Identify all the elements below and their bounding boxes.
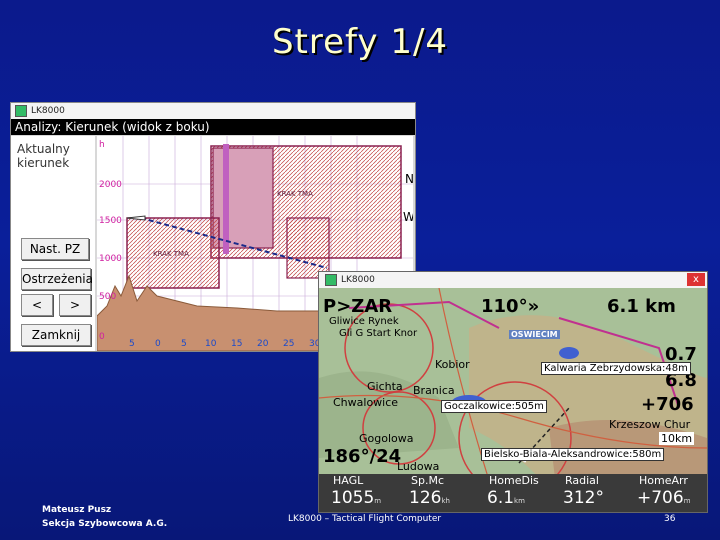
info-key: Sp.Mc	[411, 474, 444, 487]
place-label: Gichta	[367, 380, 403, 393]
label-line-2: kierunek	[17, 156, 70, 170]
y-tick: 1000	[99, 254, 122, 264]
info-unit: kh	[441, 497, 450, 505]
info-value: 6.1	[487, 488, 515, 508]
place-label: Gliwice Rynek	[329, 316, 399, 327]
info-key: HomeArr	[639, 474, 688, 487]
y-tick: 1500	[99, 216, 122, 226]
info-unit: km	[514, 497, 525, 505]
info-hagl: HAGL 1055m	[319, 474, 393, 512]
y-tick: 0	[99, 332, 105, 342]
warnings-button[interactable]: Ostrzeżenia	[21, 268, 93, 290]
info-spmc: Sp.Mc 126kh	[397, 474, 471, 512]
analysis-header: Analizy: Kierunek (widok z boku)	[11, 119, 415, 135]
x-tick: 25	[283, 339, 295, 349]
x-tick: 15	[231, 339, 243, 349]
y-tick: 500	[99, 292, 117, 302]
airspace-block	[212, 147, 274, 249]
info-bar[interactable]: HAGL 1055m Sp.Mc 126kh HomeDis 6.1km Rad…	[319, 474, 707, 512]
map-app-title: LK8000	[341, 275, 375, 285]
info-key: Radial	[565, 474, 599, 487]
place-label: Gli G Start Knor	[339, 328, 418, 339]
info-radial: Radial 312°	[551, 474, 625, 512]
slide-title: Strefy 1/4	[271, 22, 449, 62]
footer-center: LK8000 – Tactical Flight Computer	[288, 514, 442, 524]
place-label: OSWIECIM	[509, 330, 560, 339]
current-heading-label: Aktualny kierunek	[11, 136, 95, 170]
target-bearing: 110°»	[481, 296, 540, 317]
info-homedis: HomeDis 6.1km	[475, 474, 549, 512]
prev-button[interactable]: <	[21, 294, 53, 316]
target-distance: 6.1 km	[607, 296, 676, 317]
y-unit: h	[99, 140, 105, 150]
label-line-1: Aktualny	[17, 142, 70, 156]
close-button[interactable]: Zamknij	[21, 324, 91, 346]
close-icon[interactable]: x	[687, 273, 705, 286]
airspace-block	[286, 217, 330, 279]
map-window: LK8000 x P>ZAR 110°» 6.1 km 0.7 6.8 +706…	[318, 271, 708, 513]
map-scale: 10km	[659, 432, 695, 445]
info-value: 126	[409, 488, 442, 508]
app-icon	[15, 105, 27, 117]
right-value-3: +706	[641, 394, 694, 415]
place-label: Ludowa	[397, 460, 440, 473]
waypoint-box: Bielsko-Biala-Aleksandrowice:580m	[481, 448, 665, 461]
page-number: 36	[664, 514, 676, 524]
info-unit: m	[374, 497, 382, 505]
footer-org: Sekcja Szybowcowa A.G.	[42, 519, 168, 529]
place-label: Kobior	[435, 358, 470, 371]
next-zone-button[interactable]: Nast. PZ	[21, 238, 89, 260]
place-label: Gogolowa	[359, 432, 414, 445]
x-tick: 10	[205, 339, 217, 349]
info-key: HomeDis	[489, 474, 539, 487]
compass-w: W	[403, 210, 413, 224]
x-tick: 5	[129, 339, 135, 349]
info-value: 1055	[331, 488, 375, 508]
analysis-titlebar[interactable]: LK8000	[11, 103, 415, 119]
svg-text:KRAK TMA: KRAK TMA	[277, 190, 313, 198]
compass-n: N	[405, 172, 413, 186]
analysis-app-title: LK8000	[31, 106, 65, 116]
app-icon	[325, 274, 337, 286]
y-tick: 2000	[99, 180, 122, 190]
x-tick: 0	[155, 339, 161, 349]
info-homearr: HomeArr +706m	[625, 474, 707, 512]
waypoint-box: Goczalkowice:505m	[441, 400, 547, 413]
target-name: P>ZAR	[323, 296, 393, 317]
info-key: HAGL	[333, 474, 364, 487]
next-button[interactable]: >	[59, 294, 91, 316]
place-label: Branica	[413, 384, 455, 397]
x-tick: 20	[257, 339, 269, 349]
info-value: +706	[637, 488, 684, 508]
place-label: Chwalowice	[333, 396, 399, 409]
airspace-block	[223, 144, 229, 254]
analysis-left-panel: Aktualny kierunek Nast. PZ Ostrzeżenia <…	[11, 136, 95, 351]
info-unit: m	[683, 497, 691, 505]
footer-author: Mateusz Pusz	[42, 505, 112, 515]
info-value: 312°	[563, 488, 604, 508]
waypoint-box: Kalwaria Zebrzydowska:48m	[541, 362, 691, 375]
place-label: Krzeszow Chur	[609, 418, 691, 431]
track-speed: 186°/24	[323, 446, 402, 467]
svg-text:KRAK TMA: KRAK TMA	[153, 250, 189, 258]
map-titlebar[interactable]: LK8000 x	[319, 272, 707, 288]
x-tick: 5	[181, 339, 187, 349]
